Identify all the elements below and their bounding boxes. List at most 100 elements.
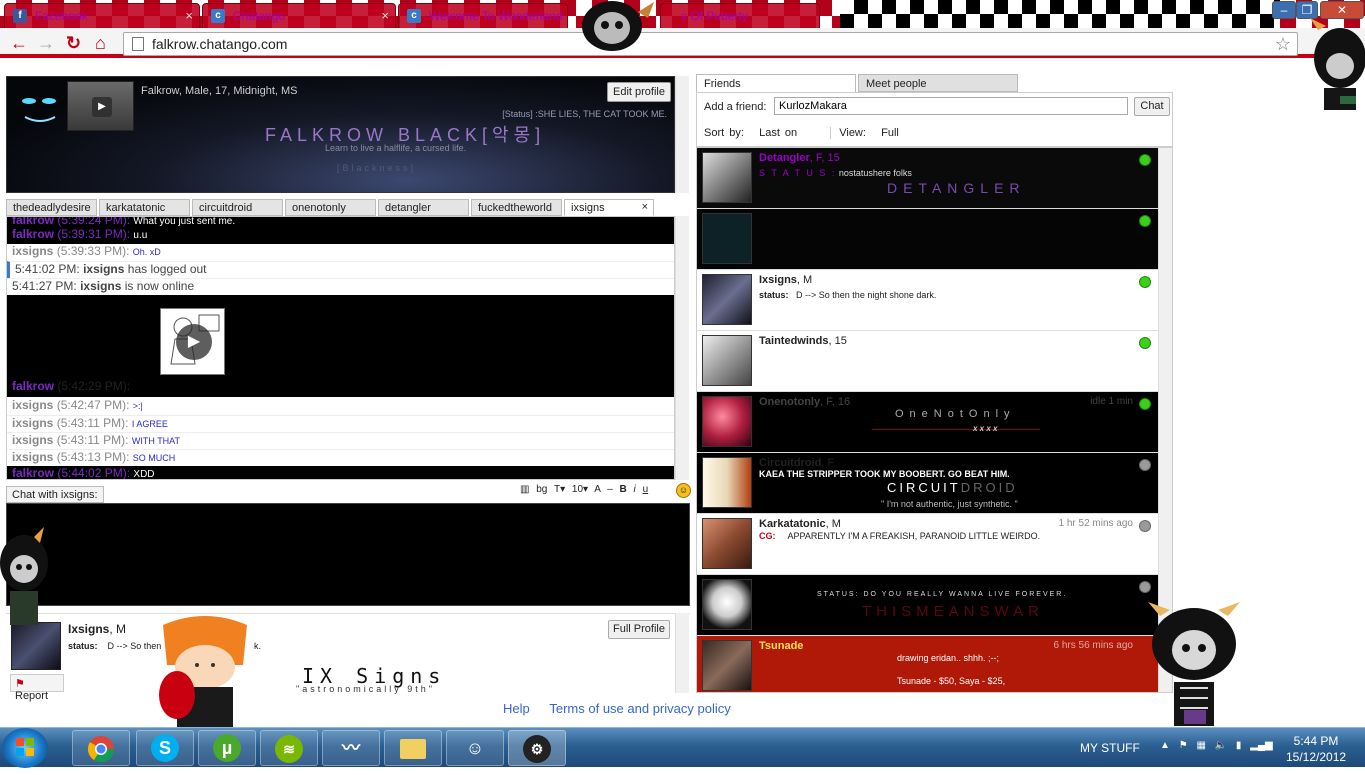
facebook-icon: f [13, 9, 27, 23]
close-icon[interactable]: × [381, 8, 389, 23]
volume-icon[interactable]: 🔈 [1215, 740, 1227, 751]
bg-button[interactable]: bg [536, 484, 547, 495]
friend-status: KAEA THE STRIPPER TOOK MY BOOBERT. GO BE… [759, 469, 1010, 479]
maximize-button[interactable]: ❐ [1296, 1, 1318, 19]
tab-chatango[interactable]: c Chatango × [202, 3, 396, 28]
avatar [702, 518, 752, 569]
minimize-button[interactable]: – [1272, 1, 1296, 19]
tab-meet-people[interactable]: Meet people [858, 74, 1018, 92]
chrome-taskbar-button[interactable] [72, 730, 130, 766]
play-icon[interactable]: ▶ [176, 324, 212, 360]
close-icon[interactable]: × [642, 201, 648, 213]
profile-video-thumbnail[interactable]: ▶ [67, 81, 134, 131]
flag-icon[interactable]: ⚑ [1179, 740, 1188, 751]
back-icon[interactable]: ← [10, 33, 28, 54]
tab-friends[interactable]: Friends [696, 74, 856, 93]
font-size-button[interactable]: 10▾ [572, 484, 588, 495]
friend-item-unnamed[interactable] [697, 209, 1159, 270]
messenger-taskbar-button[interactable]: 〰 [322, 730, 380, 766]
chat-log-scrollbar[interactable] [675, 216, 689, 480]
chat-message-input[interactable] [6, 503, 690, 606]
forward-icon[interactable]: → [37, 33, 55, 54]
format-toolbar: ▥ bg T▾ 10▾ A – B i u [520, 484, 648, 495]
show-hidden-icons-icon[interactable]: ▲ [1160, 740, 1170, 751]
reload-icon[interactable]: ↻ [66, 33, 81, 54]
text-color-icon[interactable]: A [594, 484, 600, 495]
add-friend-input[interactable] [774, 97, 1128, 115]
spotify-taskbar-button[interactable]: ≋ [260, 730, 318, 766]
profile-banner: ▶ Falkrow, Male, 17, Midnight, MS Edit p… [6, 76, 675, 193]
browser-toolbar: ← → ↻ ⌂ falkrow.chatango.com ☆ [0, 28, 1365, 58]
friend-item-thismeanswar[interactable]: STATUS: DO YOU REALLY WANNA LIVE FOREVER… [697, 575, 1159, 636]
start-button[interactable] [2, 728, 48, 768]
terms-link[interactable]: Terms of use and privacy policy [549, 701, 730, 716]
close-window-button[interactable]: ✕ [1320, 1, 1364, 19]
folder-icon [400, 739, 426, 759]
network-icon[interactable]: ▦ [1196, 740, 1205, 751]
tab-puberty[interactable]: s Of Puberty [660, 3, 820, 28]
friend-banner-text: THISMEANSWAR [862, 603, 1044, 620]
emoticon-icon[interactable]: ☺ [676, 483, 691, 498]
device-icon[interactable]: ▮ [1236, 740, 1242, 751]
font-button[interactable]: T▾ [554, 484, 565, 495]
avatar[interactable] [11, 622, 61, 670]
profile-info: Falkrow, Male, 17, Midnight, MS [141, 85, 298, 97]
report-button[interactable]: ⚑ Report [10, 674, 64, 702]
bold-button[interactable]: B [620, 484, 627, 495]
people-icon: ☺ [465, 738, 485, 758]
chat-message: falkrow (5:39:31 PM): u.u [7, 227, 674, 244]
chat-tab-ixsigns[interactable]: ixsigns × [564, 199, 654, 216]
signal-icon[interactable]: ▂▄▆ [1250, 740, 1272, 751]
friend-item-karkatatonic[interactable]: Karkatatonic, M 1 hr 52 mins ago CG: APP… [697, 514, 1159, 575]
explorer-taskbar-button[interactable] [384, 730, 442, 766]
friend-status: STATUS: DO YOU REALLY WANNA LIVE FOREVER… [817, 591, 1068, 598]
utorrent-taskbar-button[interactable]: µ [198, 730, 256, 766]
friend-status: drawing eridan.. shhh. ;--; [897, 653, 1000, 663]
online-indicator [1139, 154, 1151, 166]
chat-tab-fuckedtheworld[interactable]: fuckedtheworld [471, 199, 562, 216]
friend-name: Onenotonly, F, 16 [759, 396, 851, 408]
banner-scrollbar[interactable] [675, 76, 689, 193]
avatar [702, 335, 752, 386]
underline-button[interactable]: u [643, 484, 649, 495]
play-icon[interactable]: ▶ [92, 97, 112, 117]
chat-log[interactable]: falkrow (5:39:24 PM): What you just sent… [6, 216, 675, 480]
sort-select[interactable]: Last on [759, 127, 797, 139]
friend-item-circuitdroid[interactable]: Circuitdroid, F KAEA THE STRIPPER TOOK M… [697, 453, 1159, 514]
steam-taskbar-button[interactable]: ⚙ [508, 730, 566, 766]
friend-banner-text: OneNotOnly [895, 408, 1016, 420]
tab-label: Welcome To Wonderland [429, 9, 563, 23]
tab-wonderland[interactable]: c Welcome To Wonderland [398, 3, 568, 28]
minus-icon[interactable]: – [607, 484, 613, 495]
home-icon[interactable]: ⌂ [95, 33, 106, 54]
chat-tab-karkatatonic[interactable]: karkatatonic [99, 199, 190, 216]
chat-tab-onenotonly[interactable]: onenotonly [285, 199, 376, 216]
video-thumbnail[interactable]: ▶ [160, 308, 225, 375]
address-bar[interactable]: falkrow.chatango.com ☆ [123, 32, 1298, 56]
friend-name: Circuitdroid, F [759, 457, 835, 469]
help-link[interactable]: Help [503, 701, 530, 716]
chat-tab-detangler[interactable]: detangler [378, 199, 469, 216]
skype-taskbar-button[interactable]: S [136, 730, 194, 766]
italic-button[interactable]: i [634, 484, 636, 495]
friend-item-ixsigns[interactable]: Ixsigns, M status: D --> So then the nig… [697, 270, 1159, 331]
edit-profile-button[interactable]: Edit profile [607, 82, 671, 102]
chat-tab-thedeadlydesire[interactable]: thedeadlydesire [6, 199, 97, 216]
flag-icon: ⚑ [15, 678, 25, 690]
toolbar-label[interactable]: MY STUFF [1080, 741, 1140, 755]
profile-scrollbar[interactable] [675, 613, 689, 693]
clock[interactable]: 5:44 PM 15/12/2012 [1286, 733, 1346, 765]
friend-item-onenotonly[interactable]: Onenotonly, F, 16 idle 1 min OneNotOnly … [697, 392, 1159, 453]
view-select[interactable]: Full [881, 127, 899, 139]
network-taskbar-button[interactable]: ☺ [446, 730, 504, 766]
color-swatch-icon[interactable]: ▥ [520, 484, 529, 495]
friend-item-tsunade[interactable]: Tsunade 6 hrs 56 mins ago drawing eridan… [697, 636, 1159, 692]
tab-facebook[interactable]: f Facebook × [4, 3, 200, 28]
friend-item-detangler[interactable]: Detangler, F, 15 S T A T U S : nostatush… [697, 148, 1159, 209]
chat-tab-circuitdroid[interactable]: circuitdroid [192, 199, 283, 216]
friend-item-taintedwinds[interactable]: Taintedwinds, 15 [697, 331, 1159, 392]
full-profile-button[interactable]: Full Profile [608, 620, 670, 639]
bookmark-star-icon[interactable]: ☆ [1275, 34, 1291, 55]
chat-button[interactable]: Chat [1134, 97, 1170, 116]
close-icon[interactable]: × [185, 8, 193, 23]
